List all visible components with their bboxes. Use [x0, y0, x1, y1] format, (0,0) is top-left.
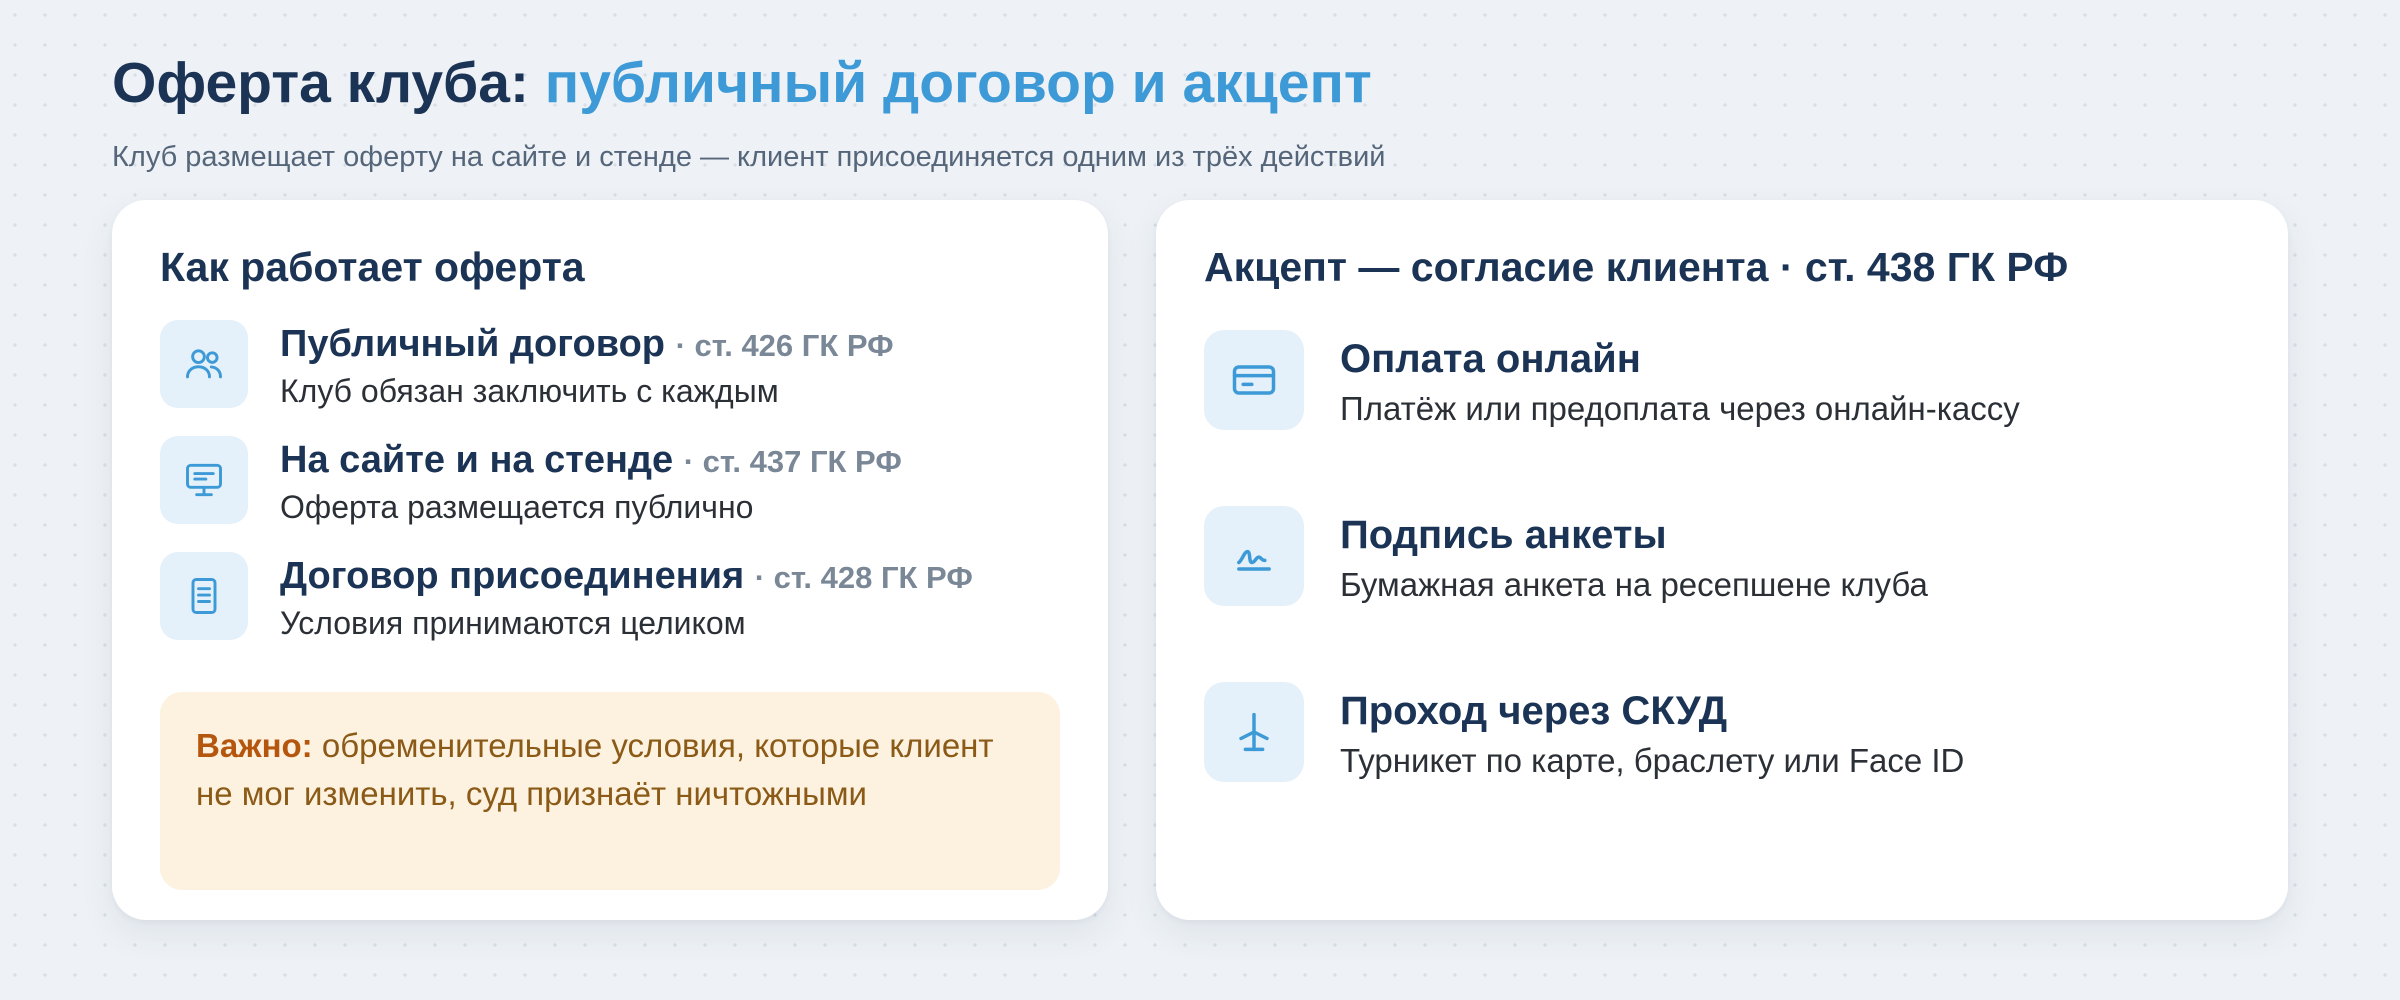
- page-title: Оферта клуба: публичный договор и акцепт: [112, 46, 1385, 120]
- signature-icon: [1204, 506, 1304, 606]
- acceptance-item-title: Подпись анкеты: [1340, 513, 1667, 557]
- page-title-accent: публичный договор и акцепт: [544, 51, 1372, 115]
- document-icon: [160, 552, 248, 640]
- acceptance-item-description: Бумажная анкета на ресепшене клуба: [1340, 566, 1928, 603]
- page-header: Оферта клуба: публичный договор и акцепт…: [112, 46, 1385, 176]
- important-note-text: обременительные условия, которые клиент …: [196, 727, 994, 812]
- article-reference: · ст. 426 ГК РФ: [675, 328, 894, 363]
- acceptance-item-description: Турникет по карте, браслету или Face ID: [1340, 742, 1965, 779]
- offer-item-title-text: Договор присоединения: [280, 555, 745, 597]
- offer-item-description: Условия принимаются целиком: [280, 605, 746, 641]
- people-icon: [160, 320, 248, 408]
- monitor-icon: [160, 436, 248, 524]
- important-note: Важно: обременительные условия, которые …: [160, 692, 1060, 890]
- acceptance-card: Акцепт — согласие клиента · ст. 438 ГК Р…: [1156, 200, 2288, 920]
- article-reference: · ст. 428 ГК РФ: [754, 560, 973, 595]
- acceptance-item-title: Проход через СКУД: [1340, 689, 1728, 733]
- offer-item-title: Публичный договор · ст. 426 ГК РФ: [280, 320, 894, 370]
- acceptance-item-description: Платёж или предоплата через онлайн-кассу: [1340, 390, 2020, 427]
- article-reference: · ст. 437 ГК РФ: [683, 444, 902, 479]
- important-note-label: Важно:: [196, 727, 313, 764]
- acceptance-item-title: Оплата онлайн: [1340, 337, 1641, 381]
- offer-item-title: На сайте и на стенде · ст. 437 ГК РФ: [280, 436, 902, 486]
- offer-item-title-text: На сайте и на стенде: [280, 439, 674, 481]
- credit-card-icon: [1204, 330, 1304, 430]
- offer-item-title: Договор присоединения · ст. 428 ГК РФ: [280, 552, 973, 602]
- turnstile-icon: [1204, 682, 1304, 782]
- offer-item-description: Клуб обязан заключить с каждым: [280, 373, 779, 409]
- offer-card: Как работает оферта Публичный договор · …: [112, 200, 1108, 920]
- page-subtitle: Клуб размещает оферту на сайте и стенде …: [112, 141, 1386, 173]
- offer-item-description: Оферта размещается публично: [280, 489, 754, 525]
- offer-card-title: Как работает оферта: [160, 244, 585, 290]
- page-title-main: Оферта клуба:: [112, 51, 529, 115]
- acceptance-card-title: Акцепт — согласие клиента · ст. 438 ГК Р…: [1204, 244, 2069, 290]
- offer-item-title-text: Публичный договор: [280, 323, 666, 365]
